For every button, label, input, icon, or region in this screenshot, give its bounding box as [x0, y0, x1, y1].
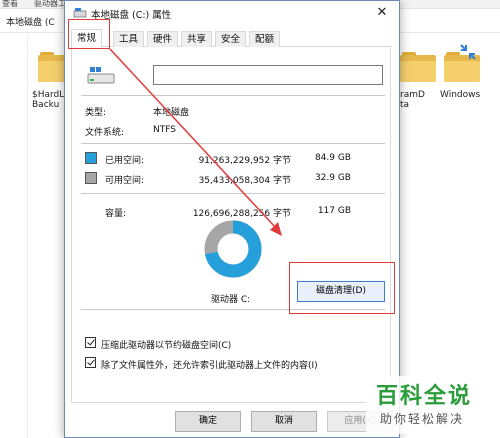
dialog-title: 本地磁盘 (C:) 属性 — [91, 10, 172, 21]
compress-label: 压缩此驱动器以节约磁盘空间(C) — [101, 341, 232, 351]
tab-sharing[interactable]: 共享 — [181, 31, 213, 47]
used-space-swatch — [85, 152, 97, 164]
watermark-title: 百科全说 — [376, 384, 473, 409]
folder-icon[interactable] — [400, 52, 436, 82]
divider — [81, 95, 385, 96]
folder-label: ramD ta — [400, 90, 425, 110]
used-space-label: 已用空间: — [105, 156, 145, 166]
drive-icon — [73, 8, 87, 18]
free-space-swatch — [85, 172, 97, 184]
free-space-label: 可用空间: — [105, 176, 145, 186]
drive-name-input[interactable] — [153, 65, 383, 85]
index-label: 除了文件属性外，还允许索引此驱动器上文件的内容(I) — [101, 361, 318, 371]
close-button[interactable]: ✕ — [371, 3, 393, 23]
watermark-subtitle: 助你轻松解决 — [380, 412, 465, 426]
tab-hardware[interactable]: 硬件 — [147, 31, 179, 47]
tab-quota[interactable]: 配额 — [249, 31, 281, 47]
capacity-label: 容量: — [105, 209, 127, 219]
watermark: 百科全说 助你轻松解决 — [366, 376, 496, 434]
free-space-bytes: 35,433,058,304 字节 — [198, 176, 291, 186]
index-checkbox[interactable] — [85, 357, 96, 368]
ribbon-tab-view[interactable]: 查看 — [2, 0, 18, 9]
filesystem-value: NTFS — [153, 125, 176, 135]
divider — [81, 193, 385, 194]
tab-security[interactable]: 安全 — [215, 31, 247, 47]
breadcrumb[interactable]: 本地磁盘 (C — [6, 15, 55, 28]
disk-cleanup-button[interactable]: 磁盘清理(D) — [297, 281, 385, 302]
folder-label: Windows — [440, 90, 481, 100]
cancel-button[interactable]: 取消 — [251, 411, 317, 432]
compress-checkbox[interactable] — [85, 337, 96, 348]
free-space-size: 32.9 GB — [314, 173, 351, 183]
drive-letter-label: 驱动器 C: — [211, 295, 251, 305]
divider — [81, 309, 385, 310]
navigation-pane — [0, 34, 28, 438]
capacity-size: 117 GB — [317, 206, 351, 216]
used-space-bytes: 91,263,229,952 字节 — [198, 156, 291, 166]
hard-drive-icon — [87, 67, 115, 84]
type-value: 本地磁盘 — [153, 108, 190, 118]
used-space-size: 84.9 GB — [314, 153, 351, 163]
properties-dialog: 本地磁盘 (C:) 属性 ✕ 常规 工具 硬件 共享 安全 配额 类型: 本地磁… — [64, 0, 400, 438]
disk-usage-donut — [204, 220, 262, 278]
filesystem-label: 文件系统: — [85, 128, 125, 138]
ok-button[interactable]: 确定 — [175, 411, 241, 432]
tab-general[interactable]: 常规 — [71, 29, 103, 48]
tab-tools[interactable]: 工具 — [113, 31, 145, 47]
folder-label: $HardL Backu — [32, 90, 65, 110]
capacity-bytes: 126,696,288,256 字节 — [192, 209, 291, 219]
tab-strip: 常规 工具 硬件 共享 安全 配额 — [71, 29, 391, 48]
windows-badge-icon — [460, 44, 476, 60]
title-bar[interactable]: 本地磁盘 (C:) 属性 ✕ — [65, 1, 399, 25]
divider — [81, 143, 385, 144]
type-label: 类型: — [85, 108, 107, 118]
